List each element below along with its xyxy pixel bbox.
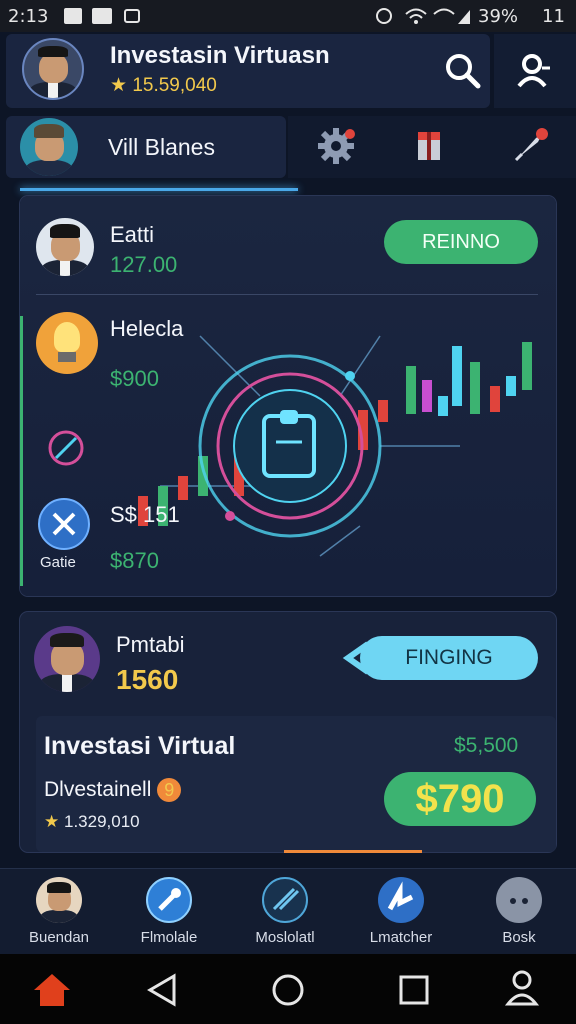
progress-accent <box>284 850 422 853</box>
notification-icon <box>92 8 112 24</box>
settings-icon <box>124 9 140 23</box>
nav-label: Buendan <box>28 929 90 946</box>
system-nav <box>0 954 576 1024</box>
header-balance: ★ 15.59,040 <box>110 74 217 97</box>
home-circle-icon[interactable] <box>270 972 306 1008</box>
avatar <box>20 118 78 176</box>
portfolio-card: Eatti 127.00 REINNO Helecla $900 Gatie S… <box>20 196 556 596</box>
robot-icon <box>496 877 542 923</box>
avatar <box>36 877 82 923</box>
avatar <box>34 626 100 692</box>
nav-item-flmolale[interactable]: Flmolale <box>114 877 224 946</box>
account-icon[interactable] <box>504 968 540 1008</box>
rocket-icon[interactable] <box>510 126 550 166</box>
battery-level: 39% <box>478 6 519 27</box>
back-icon[interactable] <box>144 972 180 1008</box>
star-icon: ★ <box>44 812 60 832</box>
notification-icon <box>64 8 82 24</box>
status-bar: 2:13 39% 11 <box>0 0 576 32</box>
profile-area <box>494 34 576 108</box>
nav-label: Bosk <box>502 929 536 946</box>
asset-value: 127.00 <box>110 252 178 277</box>
gear-icon[interactable] <box>316 126 356 166</box>
user-name: Vill Blanes <box>108 134 215 160</box>
quick-actions <box>288 116 576 178</box>
asset-name: Eatti <box>110 222 155 247</box>
asset-caption: Gatie <box>40 554 76 571</box>
chart-icon <box>262 877 308 923</box>
gift-icon[interactable] <box>414 128 444 162</box>
asset-name: S$ 151 <box>110 502 180 527</box>
asset-value: $870 <box>110 548 159 573</box>
status-extra: 11 <box>542 6 565 27</box>
home-icon[interactable] <box>32 970 72 1010</box>
alarm-icon <box>376 8 392 24</box>
finging-button[interactable]: FINGING <box>360 636 538 680</box>
nav-item-moslolatl[interactable]: Moslolatl <box>230 877 340 946</box>
sub-label: Dlvestainell 9 <box>44 778 182 803</box>
asset-name: Helecla <box>110 316 184 341</box>
profile-icon[interactable] <box>516 52 552 90</box>
bottom-nav: Buendan Flmolale Moslolatl Lmatcher Bosk <box>0 868 576 955</box>
trade-icon <box>378 877 424 923</box>
balance-value: 15.59,040 <box>132 75 217 96</box>
glow-divider <box>20 188 298 191</box>
status-time: 2:13 <box>8 6 49 27</box>
investment-summary: Investasi Virtual $5,500 Dlvestainell 9 … <box>36 716 556 852</box>
app-header: Investasin Virtuasn ★ 15.59,040 <box>6 34 490 108</box>
wifi-icon <box>405 8 427 24</box>
asset-value: $900 <box>110 366 159 391</box>
nav-label: Flmolale <box>140 929 198 946</box>
big-value-button[interactable]: $790 <box>384 772 536 826</box>
asset-name: Pmtabi <box>116 632 185 657</box>
avatar <box>36 218 94 276</box>
user-row[interactable]: Vill Blanes <box>6 116 286 178</box>
swap-icon[interactable] <box>38 498 90 550</box>
section-title: Investasi Virtual <box>44 732 236 760</box>
nav-label: Lmatcher <box>369 929 433 946</box>
recents-icon[interactable] <box>396 972 432 1008</box>
nav-item-lmatcher[interactable]: Lmatcher <box>346 877 456 946</box>
star-icon: ★ <box>110 74 128 96</box>
coin-badge: 9 <box>157 778 182 803</box>
nav-label: Moslolatl <box>255 929 315 946</box>
search-icon[interactable] <box>444 52 482 90</box>
trading-illustration <box>138 335 532 557</box>
rocket-icon <box>146 877 192 923</box>
nav-item-buendan[interactable]: Buendan <box>4 877 114 946</box>
avatar[interactable] <box>22 38 84 100</box>
reinno-button[interactable]: REINNO <box>384 220 538 264</box>
sub-value: ★ 1.329,010 <box>44 812 140 832</box>
asset-value: 1560 <box>116 664 179 695</box>
compass-icon[interactable] <box>46 428 86 468</box>
signal-icon <box>433 8 470 24</box>
bulb-avatar <box>36 312 98 374</box>
app-title: Investasin Virtuasn <box>110 42 330 69</box>
right-value: $5,500 <box>454 734 519 757</box>
divider <box>36 294 538 295</box>
nav-item-bosk[interactable]: Bosk <box>464 877 574 946</box>
